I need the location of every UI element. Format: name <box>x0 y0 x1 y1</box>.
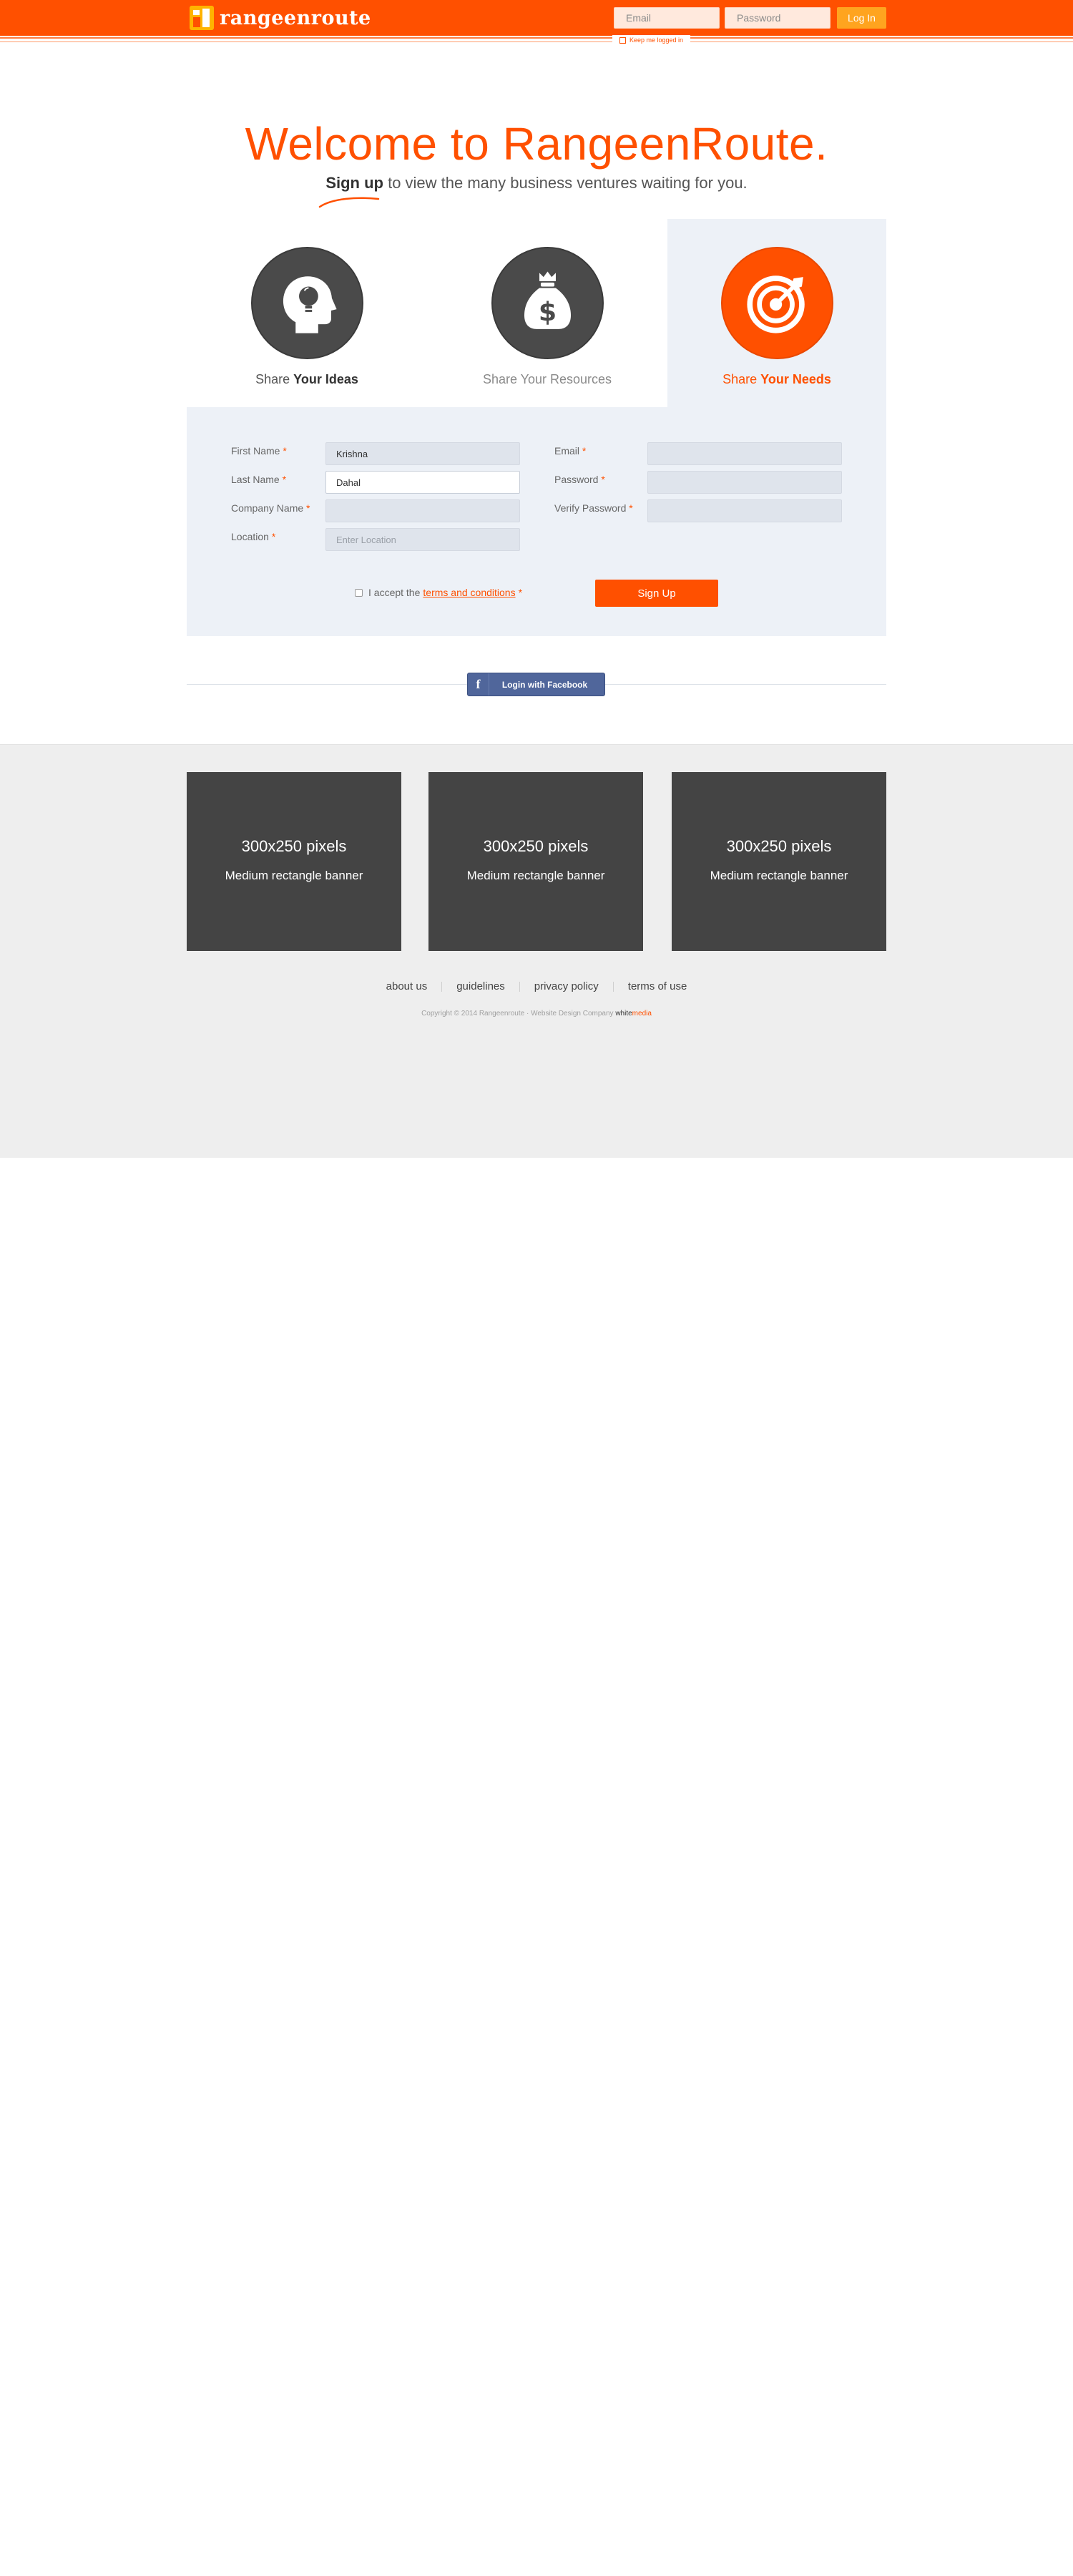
login-button[interactable]: Log In <box>837 7 886 29</box>
signup-emphasis[interactable]: Sign up <box>325 174 383 192</box>
terms-link[interactable]: terms and conditions <box>423 587 515 598</box>
email-label: Email * <box>554 445 587 457</box>
svg-text:$: $ <box>539 296 557 327</box>
tab-share-needs[interactable]: Share Your Needs <box>667 219 886 407</box>
header-divider <box>0 37 1073 39</box>
top-bar: rangeenroute Log In <box>0 0 1073 36</box>
tagline-text: to view the many business ventures waiti… <box>383 174 748 192</box>
footer-separator <box>519 981 520 992</box>
logo[interactable]: rangeenroute <box>190 4 371 31</box>
keep-logged-in-label: Keep me logged in <box>629 36 684 44</box>
facebook-login-label: Login with Facebook <box>501 679 588 690</box>
keep-logged-in[interactable]: Keep me logged in <box>612 35 691 45</box>
keep-logged-in-checkbox[interactable] <box>619 36 626 44</box>
swoosh-decoration <box>318 197 380 208</box>
tab-share-ideas[interactable]: Share Your Ideas <box>187 219 427 407</box>
tagline: Sign up to view the many business ventur… <box>0 174 1073 192</box>
facebook-login-button[interactable]: f Login with Facebook <box>467 673 605 696</box>
header-email-input[interactable] <box>614 7 720 29</box>
terms-checkbox[interactable] <box>355 588 363 597</box>
copyright-text: Copyright © 2014 Rangeenroute · Website … <box>421 1010 614 1018</box>
footer-link-terms[interactable]: terms of use <box>628 980 687 992</box>
verify-password-field[interactable] <box>647 499 842 522</box>
ad-banner-name: Medium rectangle banner <box>225 869 363 882</box>
ad-banner-name: Medium rectangle banner <box>466 869 605 882</box>
head-lightbulb-icon <box>251 247 363 359</box>
copyright: Copyright © 2014 Rangeenroute · Website … <box>0 1010 1073 1018</box>
footer-link-about[interactable]: about us <box>386 980 428 992</box>
share-tabs: Share Your Ideas $ Share Your Resources … <box>187 219 886 407</box>
email-field[interactable] <box>647 442 842 465</box>
ad-banner[interactable]: 300x250 pixels Medium rectangle banner <box>672 772 886 951</box>
footer-nav: about us guidelines privacy policy terms… <box>0 980 1073 992</box>
designer-link[interactable]: whitemedia <box>615 1010 652 1018</box>
password-field[interactable] <box>647 471 842 494</box>
signup-button[interactable]: Sign Up <box>595 580 718 607</box>
password-label: Password * <box>554 474 605 485</box>
facebook-icon: f <box>468 673 489 696</box>
footer-section: 300x250 pixels Medium rectangle banner 3… <box>0 744 1073 1158</box>
ad-banner[interactable]: 300x250 pixels Medium rectangle banner <box>428 772 643 951</box>
first-name-field[interactable] <box>325 442 520 465</box>
target-icon <box>721 247 833 359</box>
company-name-label: Company Name * <box>231 502 310 514</box>
page-title: Welcome to RangeenRoute. <box>245 118 828 170</box>
ad-banner-size: 300x250 pixels <box>241 837 347 855</box>
footer-link-guidelines[interactable]: guidelines <box>456 980 505 992</box>
signup-form: First Name * Last Name * Company Name * … <box>187 407 886 636</box>
ad-banner-name: Medium rectangle banner <box>710 869 848 882</box>
footer-link-privacy[interactable]: privacy policy <box>534 980 599 992</box>
last-name-field[interactable] <box>325 471 520 494</box>
terms-required-mark: * <box>518 587 523 598</box>
location-field[interactable] <box>325 528 520 551</box>
last-name-label: Last Name * <box>231 474 287 485</box>
header-password-input[interactable] <box>725 7 831 29</box>
ad-banner[interactable]: 300x250 pixels Medium rectangle banner <box>187 772 401 951</box>
tab-share-resources-label: Share Your Resources <box>482 372 612 386</box>
verify-password-label: Verify Password * <box>554 502 633 514</box>
tab-share-needs-label: Share Your Needs <box>722 372 831 386</box>
logo-text: rangeenroute <box>220 6 371 29</box>
logo-mark-icon <box>190 6 214 30</box>
company-name-field[interactable] <box>325 499 520 522</box>
footer-separator <box>612 981 614 992</box>
terms-prefix: I accept the <box>368 587 421 598</box>
location-label: Location * <box>231 531 276 542</box>
money-bag-icon: $ <box>491 247 604 359</box>
ad-banner-size: 300x250 pixels <box>726 837 832 855</box>
footer-separator <box>441 981 443 992</box>
terms-agreement: I accept the terms and conditions * <box>355 587 522 598</box>
ad-banner-size: 300x250 pixels <box>483 837 589 855</box>
first-name-label: First Name * <box>231 445 287 457</box>
tab-share-ideas-label: Share Your Ideas <box>255 372 358 386</box>
tab-share-resources[interactable]: $ Share Your Resources <box>427 219 667 407</box>
